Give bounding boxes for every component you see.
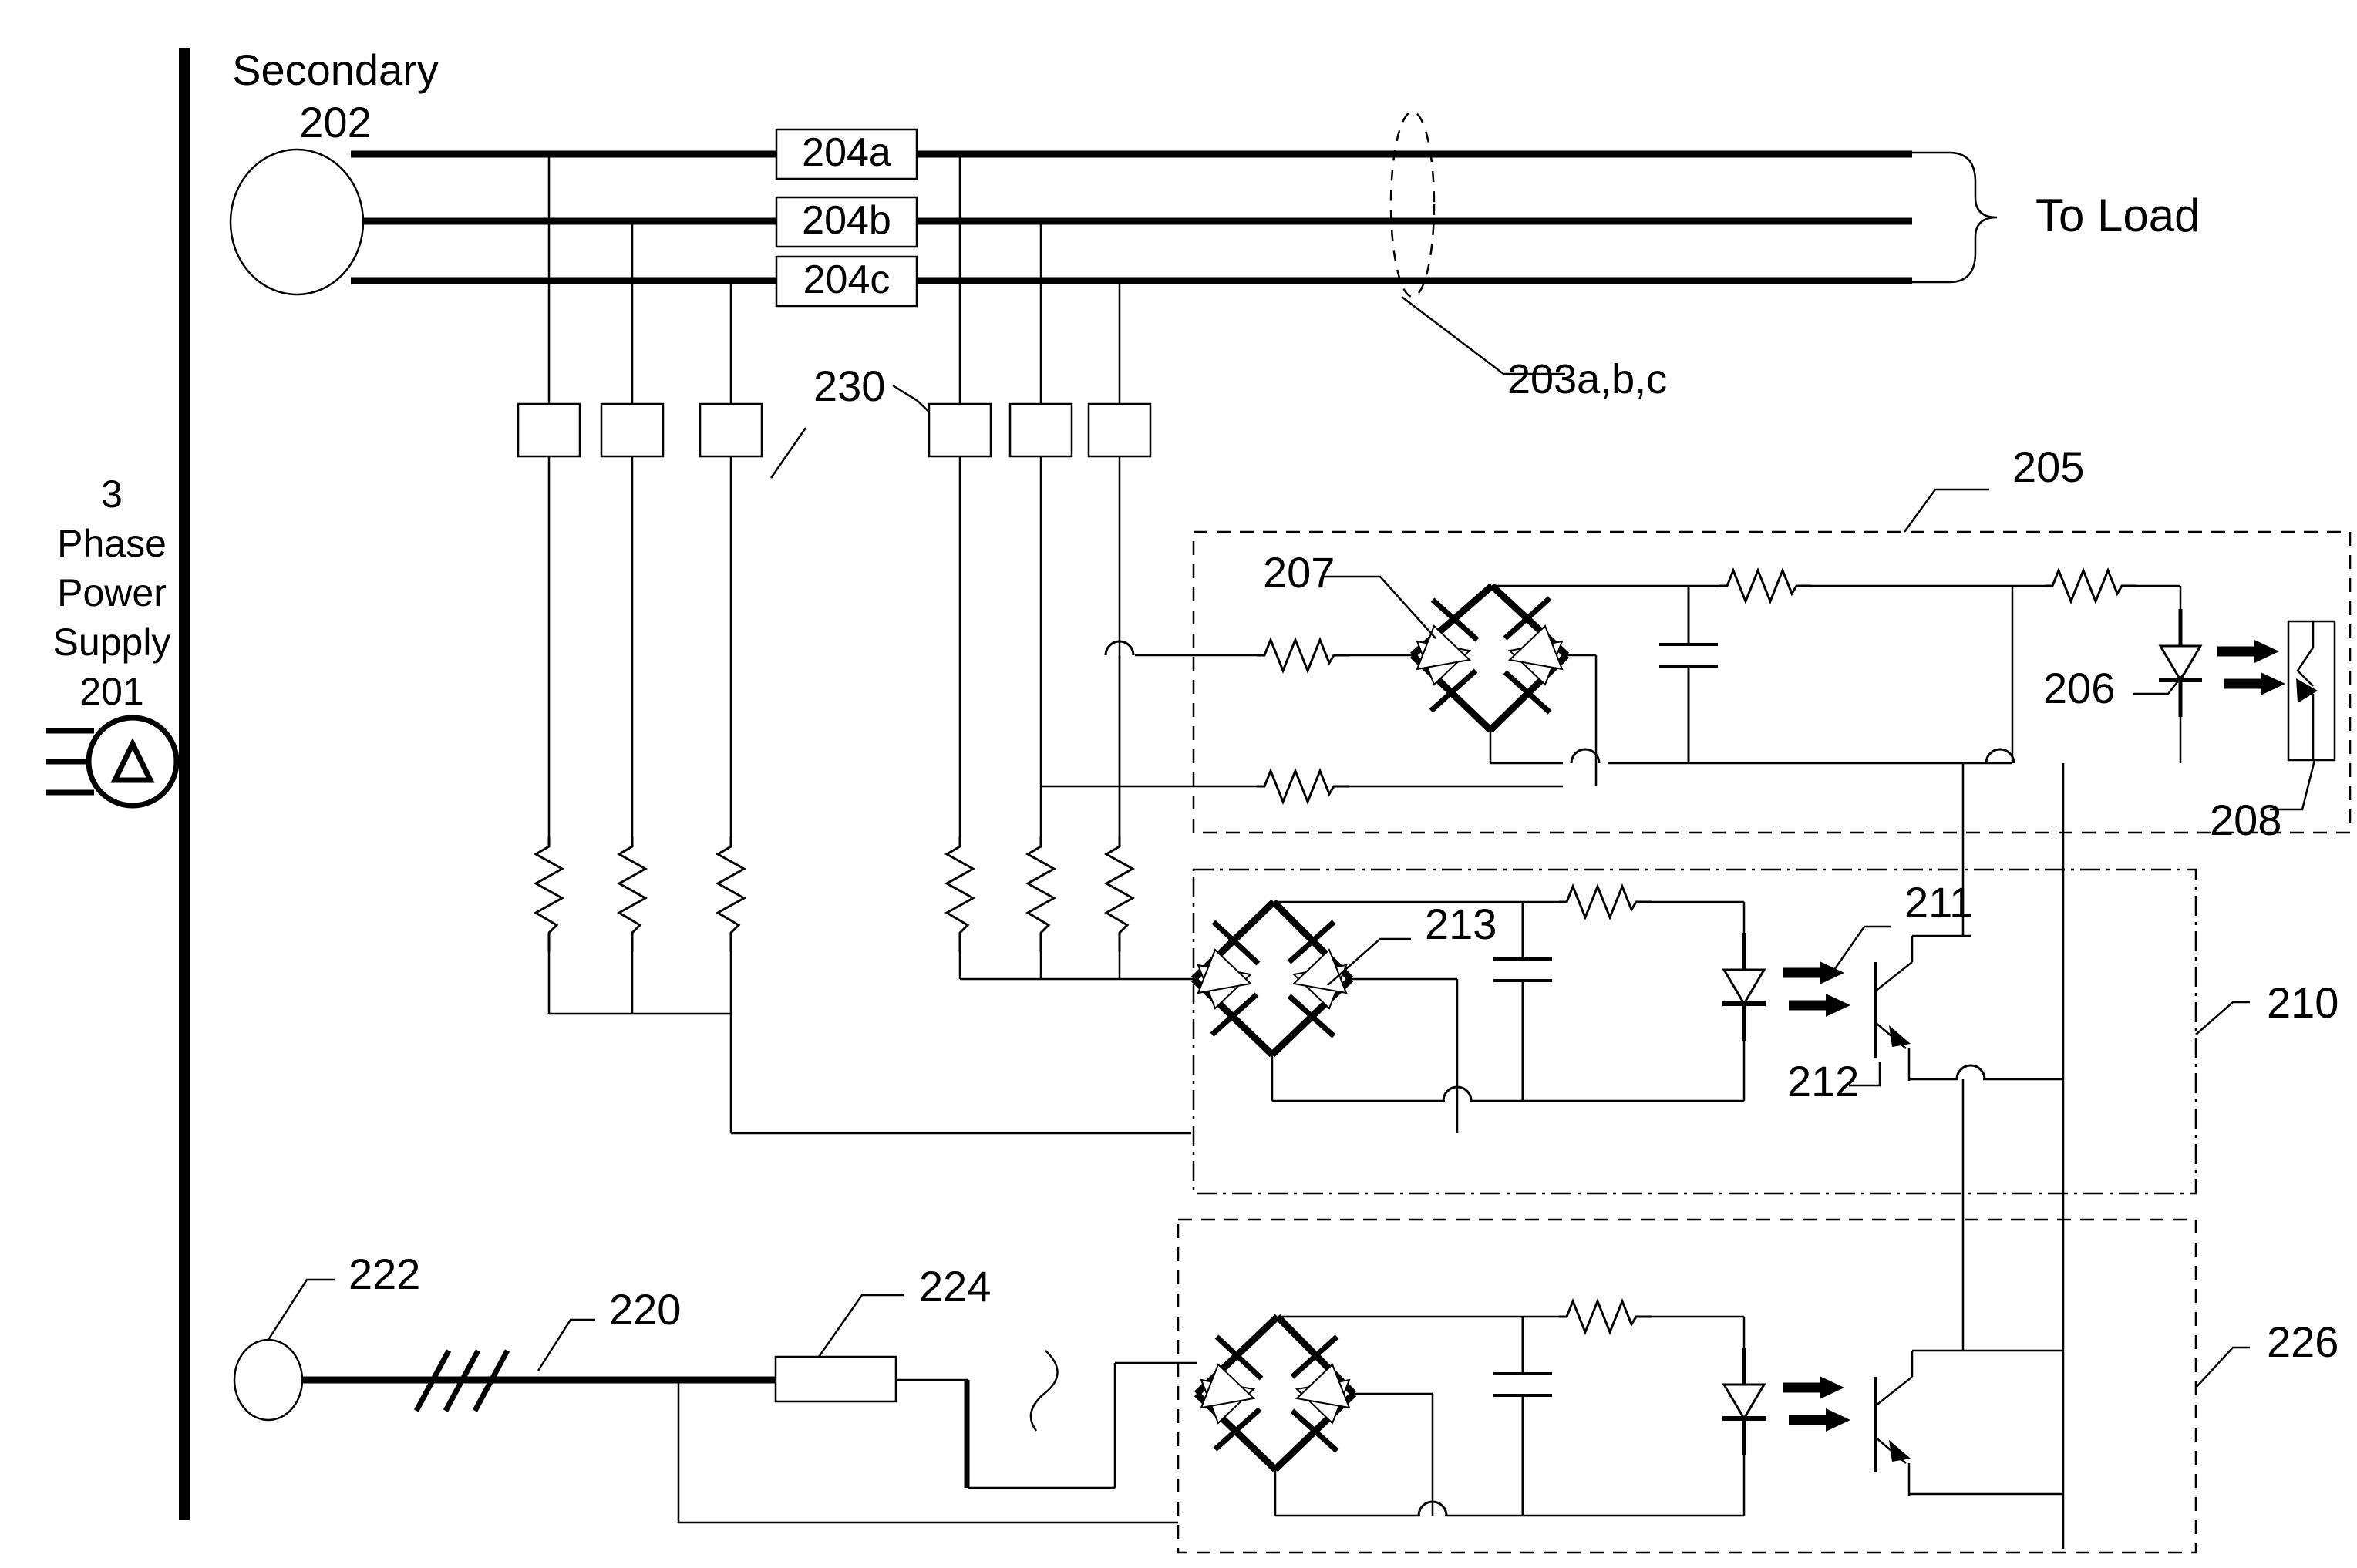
bridge-213-ref-label: 213 xyxy=(1425,900,1497,948)
control-left-return xyxy=(677,1380,1178,1524)
supply-label-line3: Power xyxy=(57,571,167,614)
phase-b-label: 204b xyxy=(802,198,891,243)
current-transformer-icon-c xyxy=(699,402,763,458)
led-206-ref-label: 206 xyxy=(2043,664,2115,712)
resistor-icon-205-rail xyxy=(1718,569,1813,603)
block-205-leader xyxy=(1903,488,1989,533)
supply-label-line2: Phase xyxy=(57,522,167,565)
current-transformer-icon-b xyxy=(600,402,665,458)
diode-bridge-icon-213 xyxy=(1190,899,1354,1058)
resistor-icon-226 xyxy=(1557,1300,1653,1334)
block-205-ref-label: 205 xyxy=(2012,442,2084,491)
device-box-224 xyxy=(774,1355,897,1403)
light-emission-arrows-205 xyxy=(2217,640,2285,695)
block205-input-taps xyxy=(1041,654,1257,836)
led-icon-226 xyxy=(1722,1348,1766,1455)
led-211-leader xyxy=(1827,925,1891,978)
patent-circuit-schematic: 204a 204b 204c 203a,b,c To Load Secondar… xyxy=(46,45,2352,1554)
device-224-ref-label: 224 xyxy=(919,1262,991,1311)
diode-bridge-icon-226 xyxy=(1194,1314,1357,1472)
wire-hop-icon-205b xyxy=(1985,748,2015,765)
light-emission-arrows-226 xyxy=(1783,1376,1850,1432)
bridge-207-ref-label: 207 xyxy=(1263,548,1335,597)
burden-resistor-d xyxy=(945,835,975,954)
to-load-brace xyxy=(1912,151,1998,284)
burden-resistor-b xyxy=(618,835,647,954)
ct-ref-label: 230 xyxy=(813,362,885,410)
diode-bridge-icon-207 xyxy=(1409,583,1570,733)
photo-triac-icon-208 xyxy=(2287,620,2336,762)
phase-label-box-204c: 204c xyxy=(775,255,918,308)
diagram-canvas: 204a 204b 204c 203a,b,c To Load Secondar… xyxy=(0,0,2357,1568)
to-load-label: To Load xyxy=(2035,190,2200,241)
resistor-icon-205-led xyxy=(2043,569,2139,603)
resistor-icon-205-bottom xyxy=(1255,769,1351,803)
block-210-ref-label: 210 xyxy=(2267,978,2338,1027)
flexible-lead-icon xyxy=(1029,1350,1059,1432)
delta-source-icon xyxy=(46,715,180,809)
burden-resistor-f xyxy=(1105,835,1134,954)
block-226-leader xyxy=(2195,1346,2250,1388)
phase-label-box-204b: 204b xyxy=(775,196,918,248)
supply-label-line4: Supply xyxy=(53,621,171,664)
block-210-boundary xyxy=(1192,868,2197,1195)
line-220-ref-label: 220 xyxy=(609,1285,681,1334)
light-emission-arrows-210 xyxy=(1783,961,1850,1017)
control-source-icon-222 xyxy=(233,1338,304,1422)
resistor-icon-205-top xyxy=(1255,638,1351,672)
phase-c-label: 204c xyxy=(803,257,891,302)
current-transformer-icon-e xyxy=(1008,402,1073,458)
phototransistor-icon-212 xyxy=(1874,934,1914,1082)
block-210-leader xyxy=(2195,1001,2250,1035)
burden-resistor-e xyxy=(1026,835,1056,954)
capacitor-icon-205 xyxy=(1659,586,1718,763)
source-222-ref-label: 222 xyxy=(348,1250,420,1298)
led-icon-206 xyxy=(2159,609,2202,717)
burden-return-right xyxy=(958,952,1194,981)
device-224-leader xyxy=(817,1294,904,1358)
interblock-vertical-links xyxy=(1961,763,2065,1549)
phase-bus-lines xyxy=(351,150,1912,284)
ct-drop-lines-left xyxy=(547,154,732,836)
ct-leader-left xyxy=(769,427,807,479)
supply-ref-label: 201 xyxy=(79,670,143,713)
current-transformer-icon-f xyxy=(1087,402,1152,458)
led-icon-211 xyxy=(1722,933,1766,1041)
supply-label-line1: 3 xyxy=(101,473,123,516)
conductors-ref-label: 203a,b,c xyxy=(1507,356,1667,402)
secondary-winding-icon xyxy=(229,148,365,296)
three-phase-slash-icon xyxy=(413,1349,510,1412)
current-transformer-icon-a xyxy=(517,402,581,458)
wire-hop-icon-212 xyxy=(1955,1064,1986,1081)
capacitor-icon-210 xyxy=(1493,902,1552,1101)
supply-bus-bar xyxy=(179,48,190,1520)
photo-212-ref-label: 212 xyxy=(1787,1057,1859,1105)
wire-hop-icon-205 xyxy=(1570,748,1601,765)
phototransistor-icon-226 xyxy=(1874,1349,1914,1497)
ct-drop-lines-right xyxy=(958,154,1121,836)
capacitor-icon-226 xyxy=(1493,1317,1552,1516)
burden-resistor-a xyxy=(534,835,564,954)
resistor-icon-210 xyxy=(1557,885,1653,919)
line-220-leader xyxy=(537,1318,595,1371)
source-222-leader xyxy=(267,1278,335,1341)
burden-resistor-c xyxy=(716,835,746,954)
secondary-title-label: Secondary xyxy=(232,45,439,94)
current-transformer-icon-d xyxy=(928,402,992,458)
secondary-ref-label: 202 xyxy=(299,98,371,146)
phase-label-box-204a: 204a xyxy=(775,128,918,180)
phase-a-label: 204a xyxy=(802,130,891,175)
bridge-207-leader xyxy=(1322,575,1436,639)
photo-208-ref-label: 208 xyxy=(2210,796,2281,844)
block-226-ref-label: 226 xyxy=(2267,1317,2338,1366)
control-return-path xyxy=(896,1361,1197,1489)
